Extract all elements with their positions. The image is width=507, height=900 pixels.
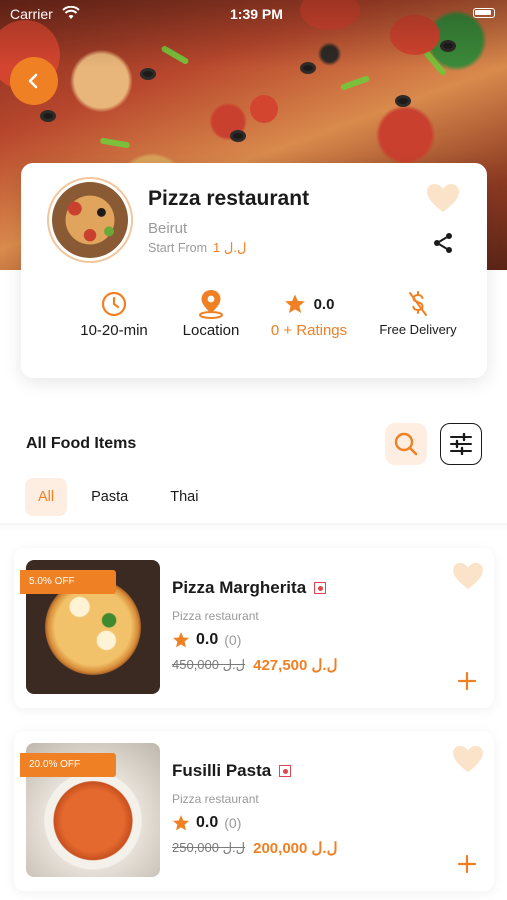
- food-rating: 0.0 (0): [172, 814, 241, 832]
- clock-icon: [101, 291, 127, 317]
- rating-value: 0.0: [196, 631, 219, 648]
- food-restaurant: Pizza restaurant: [172, 792, 259, 806]
- start-from-price: 1 ل.ل: [213, 240, 247, 255]
- star-icon: [284, 294, 305, 313]
- section-title: All Food Items: [26, 435, 137, 452]
- heart-icon[interactable]: [452, 562, 484, 590]
- plus-icon: [457, 671, 477, 691]
- restaurant-logo: [47, 177, 133, 263]
- non-veg-icon: [279, 765, 292, 777]
- food-name: Pizza Margherita: [172, 578, 307, 597]
- filter-sliders-icon: [450, 433, 472, 455]
- start-from: Start From 1 ل.ل: [148, 240, 246, 256]
- free-delivery-label: Free Delivery: [379, 322, 457, 337]
- delivery-time-label: 10-20-min: [80, 322, 148, 339]
- rating-count: (0): [224, 815, 242, 831]
- restaurant-city: Beirut: [148, 220, 188, 237]
- back-button[interactable]: [10, 57, 58, 105]
- food-rating: 0.0 (0): [172, 631, 241, 649]
- food-item-card[interactable]: 5.0% OFF Pizza Margherita Pizza restaura…: [14, 548, 494, 708]
- rating-count: (0): [224, 632, 242, 648]
- new-price: 427,500 ل.ل: [253, 657, 338, 674]
- food-restaurant: Pizza restaurant: [172, 609, 259, 623]
- food-item-card[interactable]: 20.0% OFF Fusilli Pasta Pizza restaurant…: [14, 731, 494, 891]
- new-price: 200,000 ل.ل: [253, 840, 338, 857]
- status-bar: Carrier 1:39 PM: [0, 0, 507, 28]
- category-tabs: All Pasta Thai: [25, 478, 216, 516]
- search-icon: [394, 432, 418, 456]
- add-to-cart-button[interactable]: [454, 668, 480, 694]
- filter-button[interactable]: [440, 423, 482, 465]
- rating-value: 0.0: [313, 295, 335, 313]
- restaurant-name: Pizza restaurant: [148, 187, 310, 210]
- battery-icon: [473, 8, 495, 18]
- tabs-divider: [0, 523, 507, 531]
- heart-icon[interactable]: [452, 745, 484, 773]
- restaurant-info-card: Pizza restaurant Beirut Start From 1 ل.ل …: [21, 163, 487, 378]
- wifi-icon: [62, 6, 80, 19]
- add-to-cart-button[interactable]: [454, 851, 480, 877]
- star-icon: [172, 632, 190, 648]
- old-price: 250,000 ل.ل: [172, 840, 246, 855]
- ratings-count-label: 0 + Ratings: [270, 322, 348, 339]
- carrier-label: Carrier: [10, 6, 53, 22]
- plus-icon: [457, 854, 477, 874]
- share-icon[interactable]: [431, 231, 455, 255]
- discount-badge: 20.0% OFF: [20, 753, 116, 777]
- heart-icon[interactable]: [426, 183, 460, 213]
- search-button[interactable]: [385, 423, 427, 465]
- location-pin-icon: [199, 290, 223, 319]
- old-price: 450,000 ل.ل: [172, 657, 246, 672]
- stat-location[interactable]: Location: [171, 289, 251, 339]
- rating-value: 0.0: [196, 814, 219, 831]
- stat-delivery-time: 10-20-min: [74, 289, 154, 339]
- tab-thai[interactable]: Thai: [152, 478, 216, 516]
- start-from-label: Start From: [148, 241, 208, 255]
- stat-rating[interactable]: 0.0 0 + Ratings: [264, 289, 354, 339]
- non-veg-icon: [314, 582, 327, 594]
- discount-badge: 5.0% OFF: [20, 570, 116, 594]
- tab-pasta[interactable]: Pasta: [73, 478, 146, 516]
- free-delivery-icon: [409, 291, 427, 316]
- status-time: 1:39 PM: [230, 6, 283, 22]
- food-price: 450,000 ل.ل 427,500 ل.ل: [172, 656, 337, 674]
- star-icon: [172, 815, 190, 831]
- chevron-left-icon: [28, 73, 38, 89]
- food-name-row: Fusilli Pasta: [172, 761, 292, 781]
- stat-free-delivery: Free Delivery: [373, 289, 463, 337]
- food-name: Fusilli Pasta: [172, 761, 272, 780]
- food-price: 250,000 ل.ل 200,000 ل.ل: [172, 839, 337, 857]
- location-label: Location: [182, 322, 240, 339]
- food-name-row: Pizza Margherita: [172, 578, 327, 598]
- tab-all[interactable]: All: [25, 478, 68, 516]
